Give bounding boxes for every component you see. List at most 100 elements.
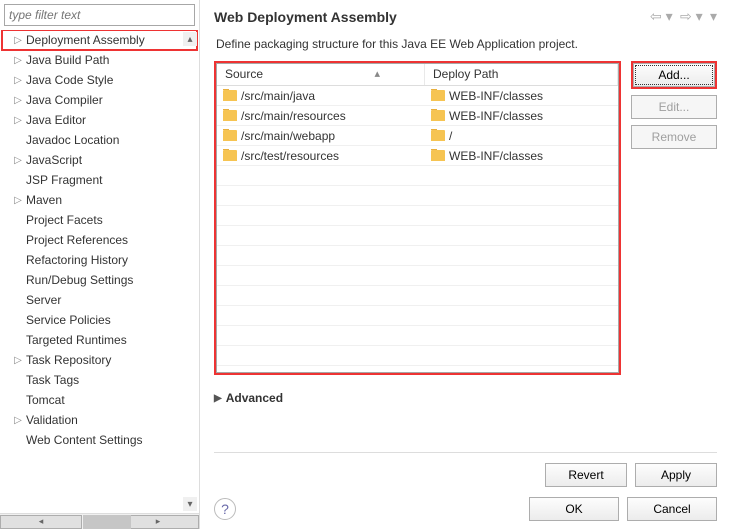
table-row [217,266,618,286]
sidebar-item[interactable]: ▷Validation [2,410,197,430]
folder-icon [431,110,445,121]
sidebar-item[interactable]: ▷Targeted Runtimes [2,330,197,350]
triangle-right-icon: ▶ [214,393,222,404]
sidebar-item[interactable]: ▷Service Policies [2,310,197,330]
add-button[interactable]: Add... [633,63,715,87]
revert-button[interactable]: Revert [545,463,627,487]
sidebar-item[interactable]: ▷Task Tags [2,370,197,390]
folder-icon [223,150,237,161]
menu-icon[interactable]: ▾ [710,8,717,24]
table-row [217,186,618,206]
table-row [217,286,618,306]
apply-button[interactable]: Apply [635,463,717,487]
expand-icon[interactable]: ▷ [12,94,24,106]
nav-icons: ⇦ ▾ ⇨ ▾ ▾ [646,8,717,25]
category-tree[interactable]: ▷Deployment Assembly▷Java Build Path▷Jav… [0,30,199,513]
advanced-label: Advanced [226,391,283,405]
sidebar-item[interactable]: ▷Task Repository [2,350,197,370]
table-row [217,306,618,326]
sidebar-item-label: Run/Debug Settings [26,273,133,287]
table-row[interactable]: /src/main/resources WEB-INF/classes [217,106,618,126]
table-row[interactable]: /src/main/webapp / [217,126,618,146]
folder-icon [431,90,445,101]
sidebar-item-label: Web Content Settings [26,433,143,447]
sidebar-item-label: Task Repository [26,353,111,367]
table-row [217,226,618,246]
sidebar-item[interactable]: ▷Java Compiler [2,90,197,110]
assembly-table[interactable]: Source Deploy Path /src/main/java WEB-INF… [216,63,619,373]
sidebar-item-label: Maven [26,193,62,207]
sidebar-item-label: Java Code Style [26,73,113,87]
sidebar-item-label: Java Build Path [26,53,109,67]
folder-icon [431,150,445,161]
sidebar-item[interactable]: ▷Run/Debug Settings [2,270,197,290]
scroll-track[interactable] [83,515,116,529]
deploy-path: WEB-INF/classes [449,109,543,123]
sidebar-item[interactable]: ▷Project Facets [2,210,197,230]
source-path: /src/main/java [241,89,315,103]
expand-icon[interactable]: ▷ [12,114,24,126]
column-header-deploy[interactable]: Deploy Path [425,64,618,85]
expand-icon[interactable]: ▷ [12,354,24,366]
table-row [217,206,618,226]
ok-button[interactable]: OK [529,497,619,521]
table-row[interactable]: /src/main/java WEB-INF/classes [217,86,618,106]
back-icon[interactable]: ⇦ ▾ [650,8,673,24]
page-title: Web Deployment Assembly [214,9,646,25]
column-header-source[interactable]: Source [217,64,425,85]
sidebar-item[interactable]: ▷JavaScript [2,150,197,170]
folder-icon [223,110,237,121]
scroll-up-icon[interactable]: ▴ [183,32,197,46]
scroll-left-icon[interactable]: ◂ [0,515,82,529]
sidebar-item[interactable]: ▷Project References [2,230,197,250]
folder-icon [431,130,445,141]
sidebar-item[interactable]: ▷Tomcat [2,390,197,410]
scroll-down-icon[interactable]: ▾ [183,497,197,511]
deploy-path: / [449,129,452,143]
sidebar-item-label: Java Editor [26,113,86,127]
expand-icon[interactable]: ▷ [12,74,24,86]
sidebar-item[interactable]: ▷Web Content Settings [2,430,197,450]
sidebar-item[interactable]: ▷Refactoring History [2,250,197,270]
sidebar-item-label: Targeted Runtimes [26,333,127,347]
sidebar-item-label: Refactoring History [26,253,128,267]
table-row [217,166,618,186]
table-row [217,246,618,266]
advanced-toggle[interactable]: ▶ Advanced [214,391,717,405]
expand-icon[interactable]: ▷ [12,414,24,426]
source-path: /src/main/webapp [241,129,335,143]
table-row [217,346,618,366]
expand-icon[interactable]: ▷ [12,54,24,66]
cancel-button[interactable]: Cancel [627,497,717,521]
remove-button: Remove [631,125,717,149]
sidebar-item-label: Deployment Assembly [26,33,145,47]
deploy-path: WEB-INF/classes [449,149,543,163]
sidebar-item[interactable]: ▷Java Code Style [2,70,197,90]
expand-icon[interactable]: ▷ [12,194,24,206]
deploy-path: WEB-INF/classes [449,89,543,103]
sidebar-item[interactable]: ▷Server [2,290,197,310]
expand-icon[interactable]: ▷ [12,154,24,166]
sidebar-item-label: Java Compiler [26,93,103,107]
expand-icon[interactable]: ▷ [12,34,24,46]
scroll-thumb[interactable] [83,515,131,529]
edit-button: Edit... [631,95,717,119]
source-path: /src/main/resources [241,109,346,123]
table-row[interactable]: /src/test/resourcesWEB-INF/classes [217,146,618,166]
sidebar-item-label: Tomcat [26,393,65,407]
sidebar-item[interactable]: ▷Java Build Path [2,50,197,70]
folder-icon [223,130,237,141]
sidebar-item[interactable]: ▷Maven [2,190,197,210]
forward-icon[interactable]: ⇨ ▾ [680,8,703,24]
table-row [217,326,618,346]
sidebar-item[interactable]: ▷JSP Fragment [2,170,197,190]
sidebar-item-label: JavaScript [26,153,82,167]
help-icon[interactable]: ? [214,498,236,520]
main-panel: Web Deployment Assembly ⇦ ▾ ⇨ ▾ ▾ Define… [200,0,729,529]
sidebar-item[interactable]: ▷Deployment Assembly [2,30,197,50]
sidebar-item[interactable]: ▷Javadoc Location [2,130,197,150]
sidebar-item[interactable]: ▷Java Editor [2,110,197,130]
horizontal-scrollbar[interactable]: ◂ ▸ [0,513,199,529]
sidebar: ▴ ▷Deployment Assembly▷Java Build Path▷J… [0,0,200,529]
filter-input[interactable] [4,4,195,26]
